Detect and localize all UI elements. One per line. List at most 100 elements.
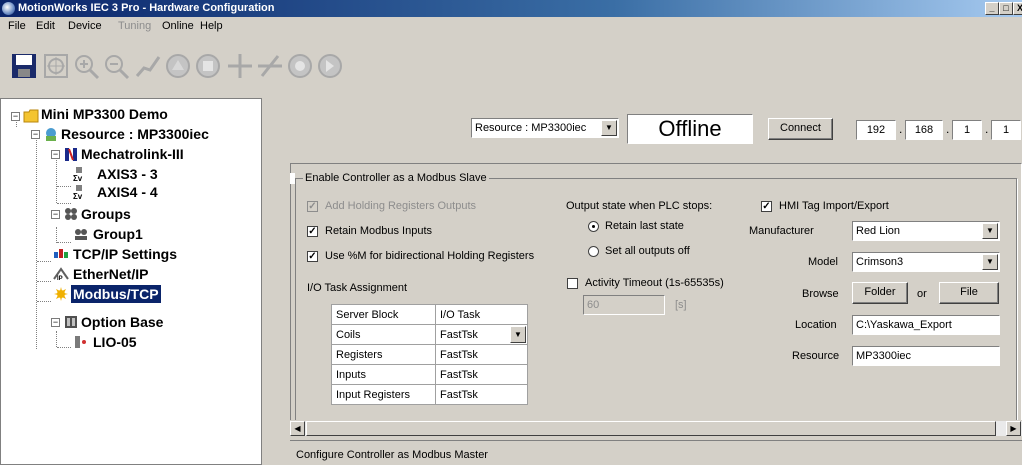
folder-button[interactable]: Folder — [852, 282, 908, 304]
maximize-button[interactable]: □ — [999, 2, 1013, 15]
add-holding-label: Add Holding Registers Outputs — [325, 200, 477, 212]
connect-button[interactable]: Connect — [768, 118, 833, 140]
io-task-label: I/O Task Assignment — [307, 282, 408, 294]
ip-separator: . — [985, 122, 989, 136]
manufacturer-value: Red Lion — [856, 225, 901, 237]
hardware-tree[interactable]: − Mini MP3300 Demo − Resource : MP3300ie… — [0, 98, 262, 465]
table-cell: Coils — [331, 324, 436, 345]
table-cell[interactable]: FastTsk — [435, 344, 528, 365]
zoom-out-icon[interactable] — [102, 52, 130, 80]
model-select[interactable]: Crimson3 ▼ — [852, 252, 1000, 272]
minimize-button[interactable]: _ — [985, 2, 999, 15]
table-cell[interactable]: FastTsk — [435, 384, 528, 405]
trend-icon[interactable] — [134, 52, 162, 80]
collapse-toggle[interactable]: − — [31, 130, 40, 139]
chevron-down-icon[interactable]: ▼ — [601, 120, 617, 136]
tree-label: Resource : MP3300iec — [61, 126, 209, 142]
modbus-master-panel: Configure Controller as Modbus Master — [290, 440, 1022, 465]
location-input[interactable]: C:\Yaskawa_Export — [852, 315, 1000, 335]
disconnect-icon[interactable] — [316, 52, 344, 80]
table-row[interactable]: Registers FastTsk — [331, 344, 528, 365]
modbus-slave-panel: Enable Controller as a Modbus Slave ✓ Ad… — [290, 163, 1022, 433]
tree-label: TCP/IP Settings — [73, 246, 177, 262]
table-cell: Registers — [331, 344, 436, 365]
set-all-off-radio[interactable] — [588, 246, 599, 257]
retain-inputs-checkbox[interactable]: ✓ — [307, 226, 318, 237]
tree-label: AXIS4 - 4 — [97, 184, 158, 200]
collapse-toggle[interactable]: − — [51, 150, 60, 159]
window-title: MotionWorks IEC 3 Pro - Hardware Configu… — [18, 2, 275, 14]
modbus-icon — [54, 287, 68, 301]
tree-label: Modbus/TCP — [71, 285, 161, 303]
retain-last-label: Retain last state — [605, 220, 684, 232]
scroll-thumb[interactable] — [306, 421, 996, 436]
resource-input[interactable]: MP3300iec — [852, 346, 1000, 366]
menu-tuning[interactable]: Tuning — [118, 20, 151, 32]
hmi-checkbox[interactable]: ✓ — [761, 201, 772, 212]
manufacturer-select[interactable]: Red Lion ▼ — [852, 221, 1000, 241]
table-row[interactable]: Coils FastTsk ▼ — [331, 324, 528, 345]
collapse-toggle[interactable]: − — [51, 318, 60, 327]
ip-octet-3[interactable]: 1 — [952, 120, 982, 140]
title-bar: MotionWorks IEC 3 Pro - Hardware Configu… — [0, 0, 1022, 17]
scroll-right-button[interactable]: ▶ — [1006, 421, 1021, 436]
table-cell[interactable]: FastTsk — [435, 364, 528, 385]
tree-label: Option Base — [81, 314, 164, 330]
task-select[interactable]: FastTsk ▼ — [435, 324, 528, 345]
network-icon — [65, 148, 77, 161]
scroll-left-button[interactable]: ◀ — [290, 421, 305, 436]
slave-group-title: Enable Controller as a Modbus Slave — [303, 172, 489, 184]
servo-icon[interactable] — [194, 52, 222, 80]
file-button[interactable]: File — [939, 282, 999, 304]
manufacturer-label: Manufacturer — [749, 225, 814, 237]
close-button[interactable]: X — [1013, 2, 1022, 15]
retain-last-radio[interactable] — [588, 221, 599, 232]
task-select-value: FastTsk — [440, 328, 478, 341]
svg-text:Σv: Σv — [73, 192, 83, 200]
gauge-icon[interactable] — [164, 52, 192, 80]
horizontal-scrollbar[interactable]: ◀ ▶ — [290, 420, 1022, 436]
collapse-toggle[interactable]: − — [51, 210, 60, 219]
toolbar — [0, 37, 1022, 97]
menu-bar: File Edit Device Tuning Online Help — [0, 17, 1022, 36]
table-row[interactable]: Inputs FastTsk — [331, 364, 528, 385]
add-holding-checkbox[interactable]: ✓ — [307, 201, 318, 212]
browse-label: Browse — [802, 288, 839, 300]
config-area: Resource : MP3300iec ▼ Offline Connect 1… — [263, 98, 1022, 465]
axis-icon: Σv — [73, 185, 83, 200]
tree-label: Mini MP3300 Demo — [41, 106, 168, 122]
menu-help[interactable]: Help — [200, 20, 223, 32]
collapse-toggle[interactable]: − — [11, 112, 20, 121]
timeout-input[interactable]: 60 — [583, 295, 665, 315]
use-m-checkbox[interactable]: ✓ — [307, 251, 318, 262]
chevron-down-icon[interactable]: ▼ — [982, 223, 998, 239]
master-group-title: Configure Controller as Modbus Master — [296, 449, 488, 461]
table-header-row: Server Block I/O Task — [331, 304, 528, 325]
location-label: Location — [795, 319, 837, 331]
app-icon — [2, 2, 15, 15]
tcpip-icon — [54, 249, 68, 258]
svg-text:IP: IP — [57, 276, 63, 282]
table-row[interactable]: Input Registers FastTsk — [331, 384, 528, 405]
menu-online[interactable]: Online — [162, 20, 194, 32]
ip-octet-2[interactable]: 168 — [905, 120, 943, 140]
io-task-table[interactable]: Server Block I/O Task Coils FastTsk ▼ Re… — [331, 304, 528, 405]
table-cell: Inputs — [331, 364, 436, 385]
tree-label: Mechatrolink-III — [81, 146, 184, 162]
menu-file[interactable]: File — [8, 20, 26, 32]
resource-select[interactable]: Resource : MP3300iec ▼ — [471, 118, 619, 138]
activity-timeout-checkbox[interactable] — [567, 278, 578, 289]
ip-octet-1[interactable]: 192 — [856, 120, 896, 140]
save-icon[interactable] — [10, 52, 38, 80]
fit-view-icon[interactable] — [42, 52, 70, 80]
chevron-down-icon[interactable]: ▼ — [982, 254, 998, 270]
zoom-in-icon[interactable] — [72, 52, 100, 80]
connect-icon[interactable] — [286, 52, 314, 80]
status-display: Offline — [627, 114, 753, 144]
chevron-down-icon[interactable]: ▼ — [510, 326, 526, 343]
menu-device[interactable]: Device — [68, 20, 102, 32]
ip-octet-4[interactable]: 1 — [991, 120, 1021, 140]
add-icon[interactable] — [226, 52, 254, 80]
menu-edit[interactable]: Edit — [36, 20, 55, 32]
remove-icon[interactable] — [256, 52, 284, 80]
